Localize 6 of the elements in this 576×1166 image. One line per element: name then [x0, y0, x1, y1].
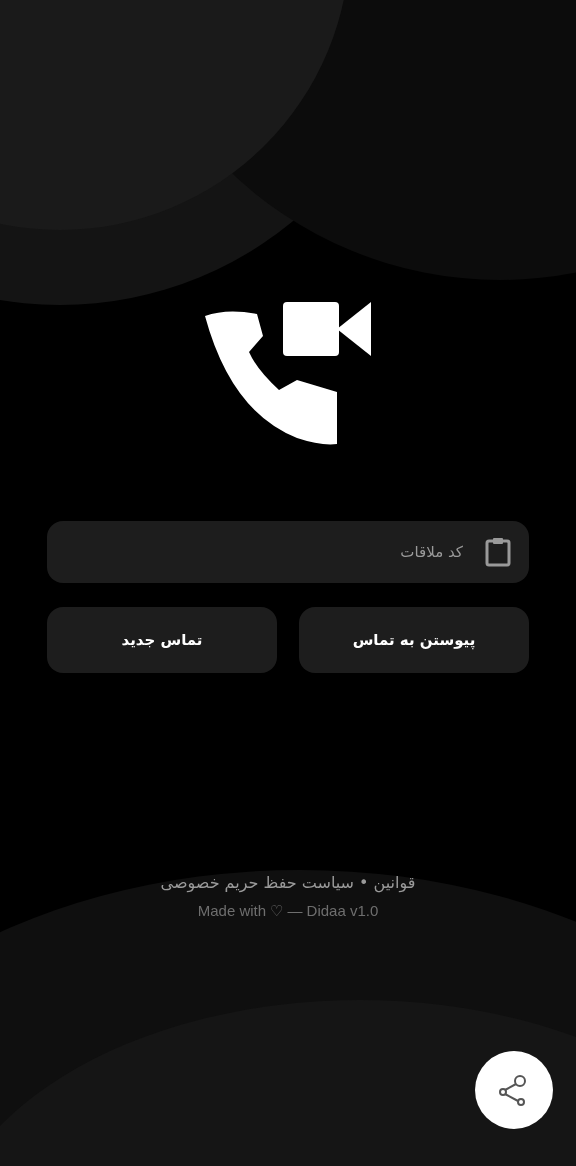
action-button[interactable]: پیوستن به تماس [299, 607, 529, 673]
clipboard-icon [485, 537, 511, 567]
credit-text: Made with ♡ — Didaa v1.0 [197, 902, 379, 920]
footer-links[interactable]: قوانین • سیاست حفظ حریم خصوصی [160, 873, 416, 892]
meeting-code-field[interactable]: کد ملاقات [47, 521, 529, 583]
action-button[interactable]: تماس جدید [47, 607, 277, 673]
